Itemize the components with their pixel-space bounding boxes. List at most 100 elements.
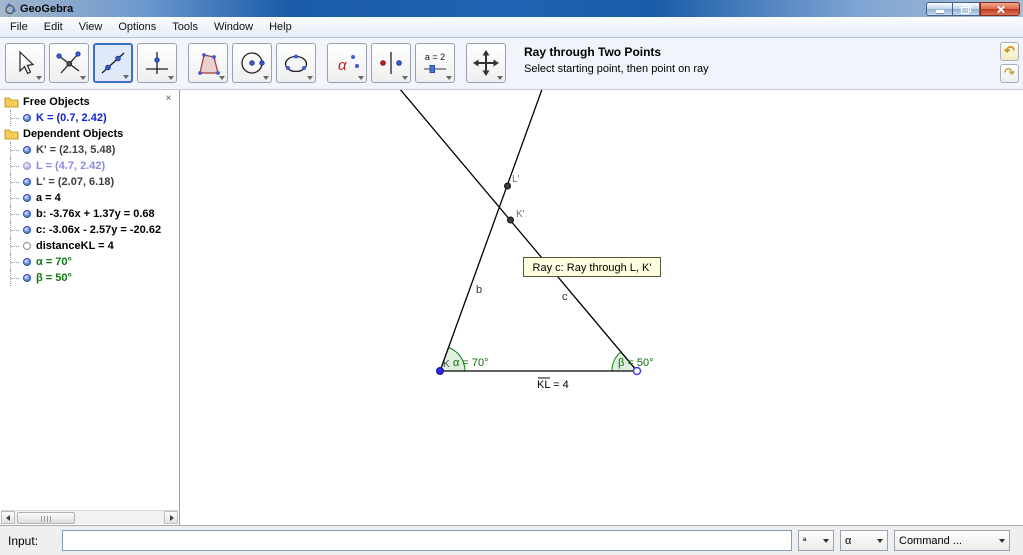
algebra-item-a[interactable]: a = 4 [0,190,179,206]
object-label: α = 70° [36,256,72,268]
line-through-points-icon [101,52,125,74]
tool-help-title: Ray through Two Points [524,45,662,59]
label-angle-beta[interactable]: β = 50° [618,357,654,369]
restore-button[interactable] [953,2,980,16]
algebra-item-beta[interactable]: β = 50° [0,270,179,286]
tool-dropdown-caret[interactable] [358,76,364,80]
point-K-prime[interactable] [507,216,514,224]
tool-button-circle[interactable] [232,43,272,83]
tool-button-slider[interactable]: a = 2 [415,43,455,83]
visibility-marble[interactable] [23,146,31,154]
tool-button-perpendicular-line[interactable] [137,43,177,83]
visibility-marble[interactable] [23,210,31,218]
menubar: File Edit View Options Tools Window Help [0,17,1023,38]
free-objects-header[interactable]: Free Objects [0,94,179,110]
algebra-item-L[interactable]: L = (4.7, 2.42) [0,158,179,174]
menu-window[interactable]: Window [206,18,261,36]
visibility-marble[interactable] [23,226,31,234]
tool-dropdown-caret[interactable] [219,76,225,80]
menu-tools[interactable]: Tools [164,18,206,36]
command-input[interactable] [62,530,792,551]
visibility-marble[interactable] [23,162,31,170]
graphics-view[interactable]: L' K' b c K α = 70° β = 50° KL = 4 Ray c… [181,87,1023,525]
label-K-prime[interactable]: K' [516,209,525,220]
algebra-tree: Free Objects K = (0.7, 2.42) Dependent O… [0,90,179,286]
ray-c[interactable] [398,87,638,372]
tool-dropdown-caret[interactable] [497,76,503,80]
input-bar: Input: ª α Command ... [0,525,1023,555]
tool-button-point[interactable] [49,43,89,83]
tool-button-move-graphics-view[interactable] [466,43,506,83]
label-L-prime[interactable]: L' [512,174,520,185]
object-label: β = 50° [36,272,72,284]
tool-dropdown-caret[interactable] [80,76,86,80]
point-L-prime[interactable] [504,182,511,190]
label-angle-alpha[interactable]: α = 70° [453,357,489,369]
tool-dropdown-caret[interactable] [307,76,313,80]
label-segment-KL[interactable]: KL = 4 [537,379,569,391]
dependent-objects-header[interactable]: Dependent Objects [0,126,179,142]
object-label: distanceKL = 4 [36,240,114,252]
menu-help[interactable]: Help [261,18,300,36]
algebra-horizontal-scrollbar[interactable] [1,510,178,524]
scroll-right-button[interactable] [164,511,178,524]
visibility-marble[interactable] [23,258,31,266]
scrollbar-thumb[interactable] [17,511,75,524]
menu-view[interactable]: View [71,18,111,36]
greek-dropdown-value: α [845,534,852,547]
object-tooltip-text: Ray c: Ray through L, K' [533,262,652,274]
label-line-c[interactable]: c [562,291,568,303]
algebra-close-button[interactable]: × [163,94,174,105]
visibility-marble[interactable] [23,194,31,202]
tool-dropdown-caret[interactable] [263,76,269,80]
algebra-item-b[interactable]: b: -3.76x + 1.37y = 0.68 [0,206,179,222]
redo-button[interactable]: ↷ [1000,64,1019,83]
tool-dropdown-caret[interactable] [36,76,42,80]
visibility-marble-hidden[interactable] [23,242,31,250]
tool-button-line[interactable] [93,43,133,83]
menu-file[interactable]: File [2,18,36,36]
visibility-marble[interactable] [23,178,31,186]
tool-button-reflect[interactable] [371,43,411,83]
label-line-b[interactable]: b [476,284,482,296]
algebra-item-c[interactable]: c: -3.06x - 2.57y = -20.62 [0,222,179,238]
object-label: K' = (2.13, 5.48) [36,144,116,156]
label-point-K[interactable]: K [443,359,450,370]
tool-button-polygon[interactable] [188,43,228,83]
input-label: Input: [8,533,39,548]
tool-dropdown-caret[interactable] [446,76,452,80]
tool-dropdown-caret[interactable] [402,76,408,80]
tool-button-conic[interactable] [276,43,316,83]
svg-text:α: α [338,57,347,74]
tool-dropdown-caret[interactable] [123,75,129,79]
scroll-left-button[interactable] [1,511,15,524]
chevron-down-icon [823,538,829,543]
algebra-item-L-prime[interactable]: L' = (2.07, 6.18) [0,174,179,190]
algebra-item-distanceKL[interactable]: distanceKL = 4 [0,238,179,254]
algebra-item-K[interactable]: K = (0.7, 2.42) [0,110,179,126]
algebra-item-K-prime[interactable]: K' = (2.13, 5.48) [0,142,179,158]
section-label: Free Objects [23,96,90,108]
superscript-dropdown[interactable]: ª [798,530,834,551]
menu-options[interactable]: Options [110,18,164,36]
greek-letter-dropdown[interactable]: α [840,530,888,551]
minimize-button[interactable] [926,2,953,16]
intersect-point-icon [56,51,81,74]
object-label: K = (0.7, 2.42) [36,112,107,124]
tool-button-move[interactable] [5,43,45,83]
menu-edit[interactable]: Edit [36,18,71,36]
tool-button-angle[interactable]: α [327,43,367,83]
ray-b[interactable] [439,87,544,372]
close-button[interactable] [980,2,1020,16]
move-cursor-icon [19,50,35,75]
move-graphics-view-icon [473,50,499,76]
algebra-item-alpha[interactable]: α = 70° [0,254,179,270]
command-dropdown[interactable]: Command ... [894,530,1010,551]
visibility-marble[interactable] [23,274,31,282]
tool-dropdown-caret[interactable] [168,76,174,80]
visibility-marble[interactable] [23,114,31,122]
command-dropdown-value: Command ... [899,534,962,547]
object-label: L' = (2.07, 6.18) [36,176,115,188]
undo-button[interactable]: ↶ [1000,42,1019,61]
geogebra-logo-icon [5,2,16,14]
